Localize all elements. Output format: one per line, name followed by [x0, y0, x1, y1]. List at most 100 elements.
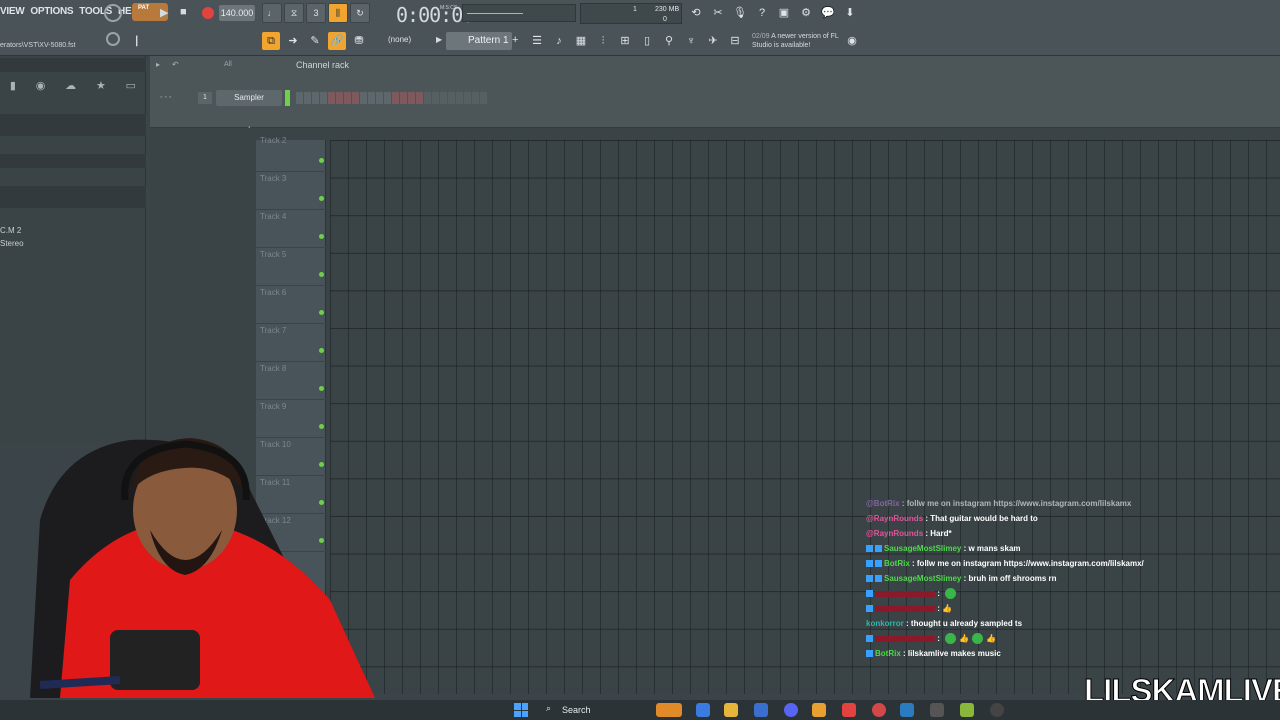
metronome-icon[interactable]: ♩ — [262, 3, 282, 23]
track-led[interactable] — [319, 348, 324, 353]
track-header[interactable]: Track 7 — [256, 324, 326, 362]
playlist-tool-icon[interactable]: ⧉ — [262, 32, 280, 50]
wait-input-icon[interactable]: ⧖ — [284, 3, 304, 23]
step[interactable] — [312, 92, 319, 104]
update-hint[interactable]: 02/09 A newer version of FL Studio is av… — [752, 32, 848, 50]
track-header[interactable]: Track 2 — [256, 134, 326, 172]
channel-name-button[interactable]: Sampler — [216, 90, 282, 106]
app-icon[interactable] — [872, 703, 886, 717]
update-icon[interactable]: ◉ — [842, 32, 862, 50]
stop-icon[interactable]: ■ — [180, 6, 187, 18]
app-icon[interactable] — [960, 703, 974, 717]
channel-rack-icon[interactable]: ▦ — [572, 32, 590, 50]
track-led[interactable] — [319, 272, 324, 277]
stamp-icon[interactable]: ⛃ — [350, 32, 368, 50]
step[interactable] — [384, 92, 391, 104]
discord-icon[interactable] — [784, 703, 798, 717]
master-volume-meter[interactable] — [462, 4, 576, 22]
step[interactable] — [336, 92, 343, 104]
step[interactable] — [424, 92, 431, 104]
track-led[interactable] — [319, 310, 324, 315]
track-led[interactable] — [319, 386, 324, 391]
track-led[interactable] — [319, 234, 324, 239]
cpu-meter-icon[interactable] — [104, 4, 122, 22]
app-icon[interactable] — [930, 703, 944, 717]
paint-icon[interactable]: ✈ — [704, 32, 722, 50]
pitch-slider-icon[interactable]: ┃ — [134, 36, 139, 47]
step[interactable] — [376, 92, 383, 104]
step[interactable] — [456, 92, 463, 104]
track-header[interactable]: Track 4 — [256, 210, 326, 248]
channel-number[interactable]: 1 — [198, 92, 212, 104]
step[interactable] — [448, 92, 455, 104]
step[interactable] — [432, 92, 439, 104]
snap-select[interactable]: (none) — [388, 35, 411, 44]
track-header[interactable]: Track 5 — [256, 248, 326, 286]
download-icon[interactable]: ⬇ — [840, 4, 860, 22]
step[interactable] — [344, 92, 351, 104]
countdown-icon[interactable]: 3 — [306, 3, 326, 23]
step[interactable] — [464, 92, 471, 104]
plugin-icon[interactable]: ⚙ — [796, 4, 816, 22]
step[interactable] — [352, 92, 359, 104]
windows-start-icon[interactable] — [514, 703, 528, 717]
master-knob-icon[interactable] — [106, 32, 120, 46]
widgets-icon[interactable] — [656, 703, 682, 717]
channel-select-led[interactable] — [285, 90, 290, 106]
template-icon[interactable]: ⊟ — [726, 32, 744, 50]
steam-icon[interactable] — [900, 703, 914, 717]
pencil-icon[interactable]: ✎ — [306, 32, 324, 50]
step[interactable] — [296, 92, 303, 104]
step[interactable] — [480, 92, 487, 104]
channel-led-icon[interactable]: ◦ ◦ ◦ — [160, 94, 171, 101]
store-icon[interactable] — [754, 703, 768, 717]
browser-tab-folder-icon[interactable]: ▭ — [126, 79, 136, 92]
browser-tab-all-icon[interactable]: ▮ — [10, 79, 16, 92]
step[interactable] — [440, 92, 447, 104]
file-explorer-icon[interactable] — [724, 703, 738, 717]
step-edit-icon[interactable]: ⫼ — [328, 3, 348, 23]
step[interactable] — [400, 92, 407, 104]
step[interactable] — [416, 92, 423, 104]
touch-keyboard-icon[interactable]: ♆ — [682, 32, 700, 50]
arrow-right-icon[interactable]: ➜ — [284, 32, 302, 50]
browser-tab-cloud-icon[interactable]: ☁ — [65, 79, 76, 92]
track-led[interactable] — [319, 196, 324, 201]
rack-menu-arrow-icon[interactable]: ▸ — [156, 60, 160, 69]
rack-back-icon[interactable]: ↶ — [172, 60, 179, 69]
tempo-display[interactable]: 140.000 — [219, 5, 255, 21]
track-header[interactable]: Track 8 — [256, 362, 326, 400]
track-led[interactable] — [319, 424, 324, 429]
pattern-prev-icon[interactable]: ▶ — [436, 35, 442, 44]
chat-icon[interactable]: 💬 — [818, 4, 838, 22]
play-icon[interactable]: ▶ — [160, 6, 168, 19]
playlist-icon[interactable]: ☰ — [528, 32, 546, 50]
step[interactable] — [472, 92, 479, 104]
record-button[interactable] — [202, 7, 214, 19]
app-icon[interactable] — [990, 703, 1004, 717]
microphone-icon[interactable]: 🎙 — [730, 4, 750, 22]
track-header[interactable]: Track 3 — [256, 172, 326, 210]
step[interactable] — [320, 92, 327, 104]
taskbar-search[interactable]: Search — [540, 702, 652, 718]
help-icon[interactable]: ? — [752, 4, 772, 22]
copilot-icon[interactable] — [696, 703, 710, 717]
add-pattern-icon[interactable]: + — [512, 34, 518, 46]
menu-options[interactable]: OPTIONS — [30, 6, 73, 17]
plugin-picker-icon[interactable]: ⊞ — [616, 32, 634, 50]
step[interactable] — [304, 92, 311, 104]
cpu-memory-panel[interactable]: 1 230 MB 0 — [580, 3, 682, 24]
brave-icon[interactable] — [842, 703, 856, 717]
step[interactable] — [368, 92, 375, 104]
step[interactable] — [392, 92, 399, 104]
refresh-icon[interactable]: ⟲ — [686, 4, 706, 22]
link-icon[interactable]: 🔗 — [328, 32, 346, 50]
browser-icon[interactable]: ▯ — [638, 32, 656, 50]
loop-record-icon[interactable]: ↻ — [350, 3, 370, 23]
track-header[interactable]: Track 6 — [256, 286, 326, 324]
pattern-selector[interactable]: Pattern 1 — [446, 32, 512, 50]
piano-roll-icon[interactable]: ♪ — [550, 32, 568, 50]
mixer-x-icon[interactable]: ✂ — [708, 4, 728, 22]
fl-studio-icon[interactable] — [812, 703, 826, 717]
step[interactable] — [328, 92, 335, 104]
